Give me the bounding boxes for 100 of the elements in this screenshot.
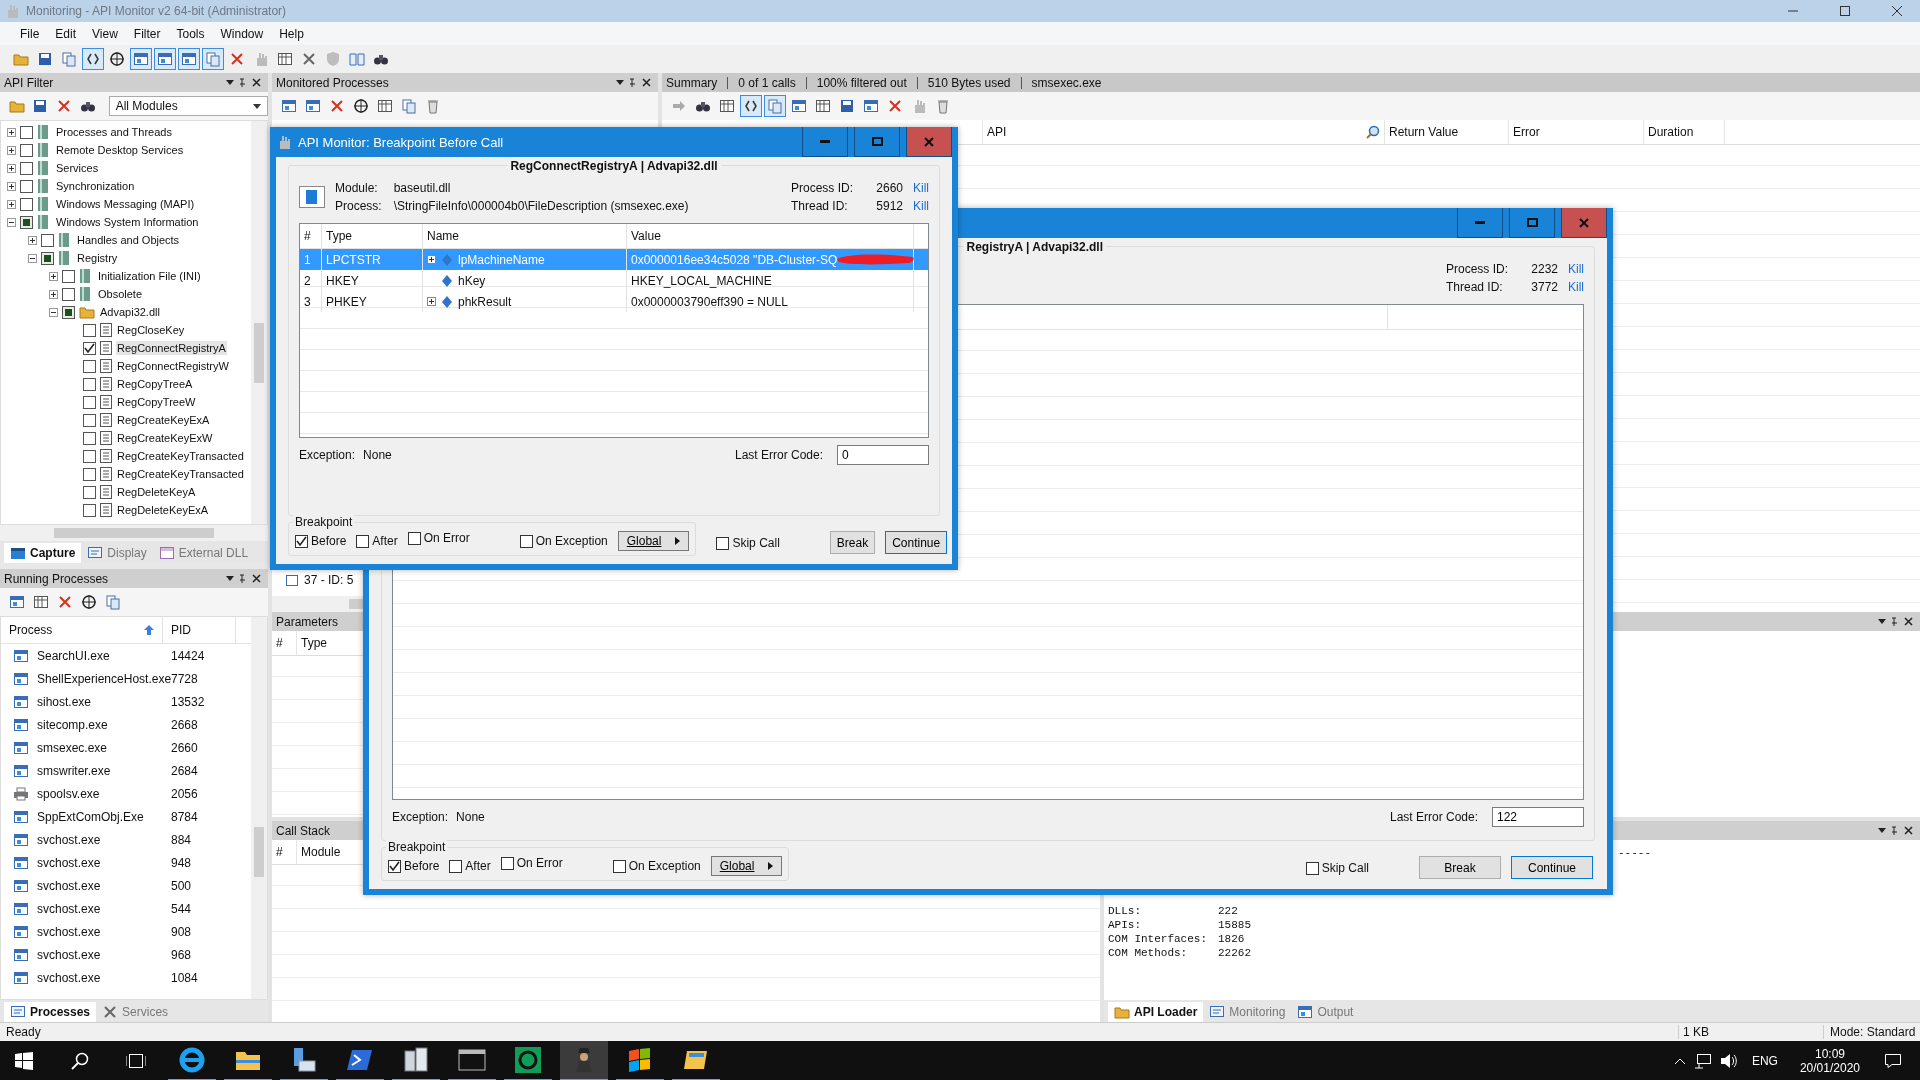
tree-item[interactable]: RegCopyTreeW [116,395,197,409]
dialog-button[interactable]: Continue [885,531,948,554]
tree-item[interactable]: RegCopyTreeA [116,377,194,391]
panel-controls-icon[interactable] [1878,825,1914,836]
search-icon[interactable] [1366,125,1380,139]
checkbox[interactable] [62,269,75,283]
menu-item[interactable]: Tools [168,26,213,41]
expander-icon[interactable] [28,253,37,263]
checkbox[interactable]: Skip Call [716,536,780,550]
tree-item[interactable]: RegConnectRegistryW [116,359,230,373]
expander-icon[interactable] [7,181,16,191]
checkbox[interactable] [83,323,96,337]
checkbox[interactable] [41,233,54,247]
checkbox[interactable] [83,359,96,373]
tab[interactable]: Monitoring [1203,1002,1292,1022]
panel-controls-icon[interactable] [226,573,262,584]
chevron-up-icon[interactable] [1673,1057,1686,1065]
tree-item[interactable]: Advapi32.dll [99,305,161,319]
kill-link[interactable]: Kill [913,199,929,213]
maximize-button[interactable] [854,127,900,157]
checkbox[interactable] [20,161,33,175]
tree-item[interactable]: Obsolete [97,287,144,301]
tree-item[interactable]: Services [55,161,100,175]
scrollbar[interactable] [0,525,268,541]
column-header[interactable]: # [272,840,297,864]
taskbar-app-button[interactable] [560,1041,608,1080]
kill-link[interactable]: Kill [1568,280,1584,294]
scope-button[interactable]: Global [710,856,783,876]
checkbox[interactable] [83,431,96,445]
tab[interactable]: Capture [4,543,82,563]
tab[interactable]: Output [1291,1002,1360,1022]
maximize-button[interactable] [1509,208,1555,238]
table-row[interactable]: 3 PHKEY phkResult 0x0000003790eff390 = NULL [300,291,928,312]
checkbox[interactable] [83,413,96,427]
scope-button[interactable]: Global [617,531,690,551]
tree-item[interactable]: RegConnectRegistryA [116,341,227,355]
checkbox[interactable] [62,305,75,319]
scrollbar[interactable] [251,617,267,999]
minimize-button[interactable] [1457,208,1503,238]
expander-icon[interactable] [49,271,58,281]
menu-item[interactable]: Edit [47,26,85,41]
checkbox[interactable]: Before [295,534,347,548]
column-header[interactable]: Process [1,617,163,643]
expander-icon[interactable] [49,307,58,317]
speaker-icon[interactable] [1719,1053,1738,1069]
expander-icon[interactable] [28,235,37,245]
dialog-button[interactable]: Break [1419,856,1501,879]
tab[interactable]: Display [81,543,153,563]
minimize-button[interactable] [802,127,848,157]
tree-item[interactable]: Windows System Information [55,215,200,229]
expander-icon[interactable] [7,145,16,155]
tree-item[interactable]: RegCreateKeyTransacted [116,467,245,481]
column-header[interactable]: Type [322,224,423,248]
column-header[interactable]: Duration [1644,120,1725,144]
column-header[interactable]: PID [163,617,236,643]
column-header[interactable]: Value [627,224,914,248]
tree-item[interactable]: RegDeleteKeyExA [116,503,210,517]
tab[interactable]: External DLL [152,543,255,563]
tree-item[interactable]: RegCreateKeyExW [116,431,214,445]
checkbox[interactable]: Skip Call [1305,861,1369,875]
expander-icon[interactable] [7,163,16,173]
column-header[interactable]: # [300,224,322,248]
checkbox[interactable] [20,179,33,193]
panel-controls-icon[interactable] [616,77,652,88]
expander-icon[interactable] [49,289,58,299]
tree-item[interactable]: RegCloseKey [116,323,186,337]
menu-item[interactable]: File [12,26,48,41]
kill-link[interactable]: Kill [913,181,929,195]
tree-item[interactable]: Synchronization [55,179,136,193]
error-code-field[interactable]: 122 [1492,807,1584,827]
dialog-button[interactable]: Break [829,531,876,554]
checkbox[interactable] [83,503,96,517]
tab[interactable]: API Loader [1108,1002,1204,1022]
checkbox[interactable]: Before [388,859,440,873]
tree-item[interactable]: RegDeleteKeyA [116,485,197,499]
checkbox[interactable]: On Exception [612,859,701,873]
dialog-button[interactable]: Continue [1511,856,1593,879]
error-code-field[interactable]: 0 [837,445,929,465]
table-row[interactable]: 2 HKEY hKey HKEY_LOCAL_MACHINE [300,270,928,291]
checkbox[interactable] [41,251,54,265]
expander-icon[interactable] [427,255,436,264]
checkbox[interactable] [20,143,33,157]
clock[interactable]: 10:09 20/01/2020 [1791,1047,1868,1075]
scrollbar[interactable] [251,121,267,524]
module-dropdown[interactable]: All Modules [108,96,268,116]
tab[interactable]: Services [96,1002,175,1022]
checkbox[interactable] [20,125,33,139]
column-header[interactable]: Error [1509,120,1644,144]
checkbox[interactable] [20,215,33,229]
checkbox[interactable]: After [356,534,398,548]
menu-item[interactable]: View [84,26,126,41]
expander-icon[interactable] [7,127,16,137]
panel-controls-icon[interactable] [226,77,262,88]
checkbox[interactable]: After [449,859,491,873]
menu-item[interactable]: Filter [125,26,169,41]
panel-controls-icon[interactable] [1878,616,1914,627]
tree-item[interactable]: Processes and Threads [55,125,173,139]
menu-item[interactable]: Help [271,26,312,41]
checkbox[interactable]: On Error [500,856,563,870]
tree-item[interactable]: 37 - ID: 5 [304,573,354,587]
